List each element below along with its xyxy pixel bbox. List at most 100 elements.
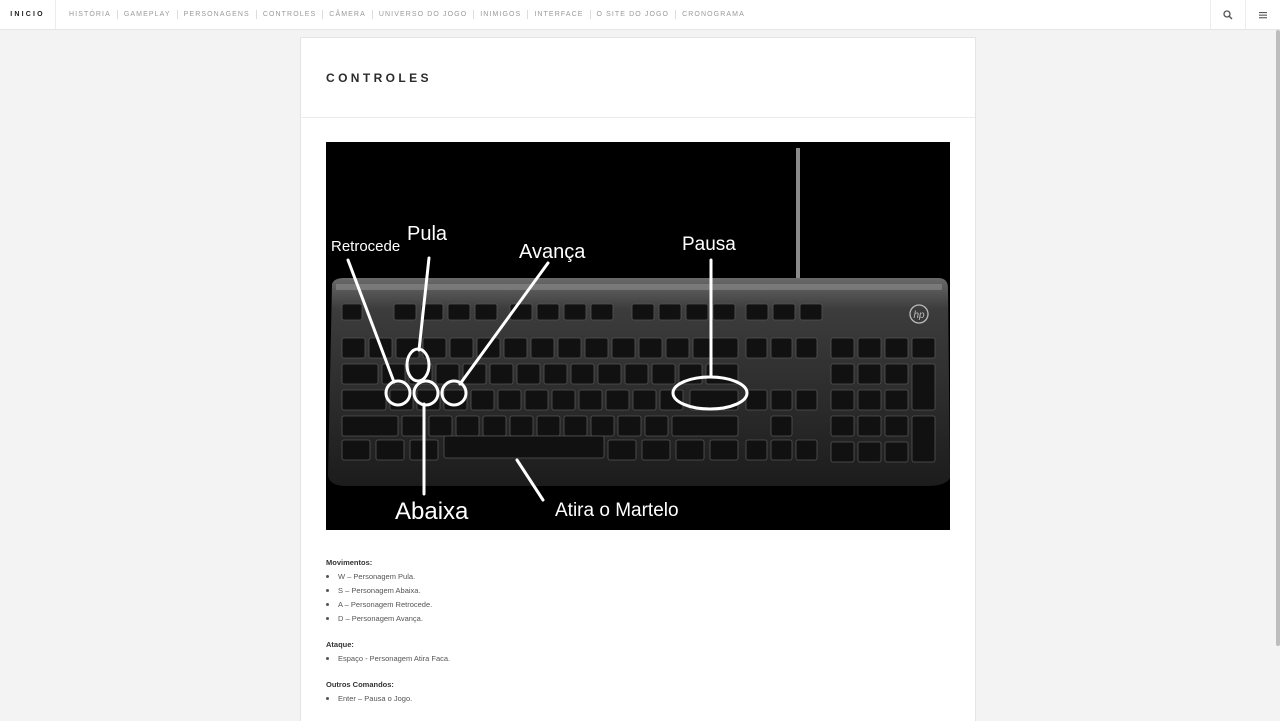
keyboard-key (447, 303, 471, 321)
keyboard-key (509, 415, 534, 437)
keyboard-key (709, 439, 739, 461)
keyboard-key (770, 439, 793, 461)
content-card: CONTROLES hp Retrocede Pula Avança Pausa… (300, 37, 976, 721)
keyboard-key (341, 415, 399, 437)
keyboard-key (530, 337, 555, 359)
keyboard-key (474, 303, 498, 321)
keyboard-key (857, 389, 882, 411)
page-scrollbar[interactable] (1276, 30, 1280, 646)
keyboard-key (590, 415, 615, 437)
nav-link-gameplay[interactable]: GAMEPLAY (118, 0, 177, 29)
nav-link-universo[interactable]: UNIVERSO DO JOGO (373, 0, 473, 29)
nav-link-camera[interactable]: CÂMERA (323, 0, 372, 29)
list-item: S – Personagem Abaixa. (326, 586, 946, 600)
section-list: Espaço - Personagem Atira Faca. (326, 654, 946, 668)
label-pausa: Pausa (682, 234, 736, 255)
keyboard-key (590, 303, 614, 321)
keyboard-key (551, 389, 576, 411)
keyboard-key (617, 415, 642, 437)
keyboard-key (341, 337, 366, 359)
keyboard-illustration: hp Retrocede Pula Avança Pausa Abaixa At… (328, 148, 950, 525)
label-pula: Pula (407, 223, 448, 245)
keyboard-key (375, 439, 405, 461)
keyboard-key (607, 439, 637, 461)
label-retrocede: Retrocede (331, 238, 400, 255)
keyboard-key (830, 441, 855, 463)
search-icon (1223, 9, 1233, 19)
keyboard-key (745, 337, 768, 359)
keyboard-key (524, 389, 549, 411)
keyboard-key (624, 363, 649, 385)
page-title: CONTROLES (326, 71, 432, 85)
nav-links: HISTÓRIA GAMEPLAY PERSONAGENS CONTROLES … (63, 0, 751, 29)
label-avanca: Avança (519, 241, 586, 263)
section-list: Enter – Pausa o Jogo. (326, 694, 946, 708)
keyboard-controls-image: hp Retrocede Pula Avança Pausa Abaixa At… (326, 142, 950, 530)
keyboard-key (857, 337, 882, 359)
nav-link-inimigos[interactable]: INIMIGOS (474, 0, 527, 29)
keyboard-key (341, 439, 371, 461)
keyboard-key (685, 303, 709, 321)
keyboard-key (443, 435, 605, 459)
keyboard-key (543, 363, 568, 385)
keyboard-key (393, 303, 417, 321)
section-title: Ataque: (326, 640, 354, 649)
menu-icon (1259, 11, 1267, 18)
nav-link-cronograma[interactable]: CRONOGRAMA (676, 0, 751, 29)
keyboard-key (341, 389, 387, 411)
keyboard-key (455, 415, 480, 437)
keyboard-key (857, 363, 882, 385)
search-button[interactable] (1210, 0, 1245, 29)
keyboard-key (638, 337, 663, 359)
keyboard-key (884, 363, 909, 385)
section-title: Movimentos: (326, 558, 373, 567)
keyboard-key (857, 415, 882, 437)
keyboard-key (651, 363, 676, 385)
keyboard-key (658, 303, 682, 321)
section-title: Outros Comandos: (326, 680, 394, 689)
keyboard-key (712, 303, 736, 321)
keyboard-key (597, 363, 622, 385)
keyboard-key (563, 303, 587, 321)
nav-link-interface[interactable]: INTERFACE (528, 0, 589, 29)
keyboard-key (536, 303, 560, 321)
keyboard-key (830, 337, 855, 359)
keyboard-key (770, 337, 793, 359)
keyboard-key (884, 337, 909, 359)
nav-link-historia[interactable]: HISTÓRIA (63, 0, 117, 29)
keyboard-key (770, 389, 793, 411)
brand-link[interactable]: INICIO (0, 0, 56, 29)
section-outros-comandos: Outros Comandos: Enter – Pausa o Jogo. (326, 680, 946, 708)
list-item: W – Personagem Pula. (326, 572, 946, 586)
keyboard-key (692, 337, 739, 359)
keyboard-key (631, 303, 655, 321)
section-list: W – Personagem Pula. S – Personagem Abai… (326, 572, 946, 628)
keyboard-key (632, 389, 657, 411)
keyboard-key (675, 439, 705, 461)
keyboard-key (911, 337, 936, 359)
keyboard-key (641, 439, 671, 461)
nav-link-personagens[interactable]: PERSONAGENS (178, 0, 256, 29)
keyboard-key (884, 415, 909, 437)
keyboard-key (830, 415, 855, 437)
keyboard-key (584, 337, 609, 359)
keyboard-key (799, 303, 823, 321)
keyboard-key (795, 337, 818, 359)
keyboard-key (795, 439, 818, 461)
keyboard-key (341, 363, 379, 385)
nav-link-site[interactable]: O SITE DO JOGO (591, 0, 676, 29)
menu-button[interactable] (1245, 0, 1280, 29)
keyboard-key (745, 439, 768, 461)
keyboard-key (536, 415, 561, 437)
keyboard-key (516, 363, 541, 385)
section-ataque: Ataque: Espaço - Personagem Atira Faca. (326, 640, 946, 668)
controls-sections: Movimentos: W – Personagem Pula. S – Per… (326, 558, 946, 720)
nav-link-controles[interactable]: CONTROLES (257, 0, 322, 29)
keyboard-key (557, 337, 582, 359)
keyboard-key (341, 303, 363, 321)
keyboard-cable (796, 148, 800, 282)
keyboard-key (578, 389, 603, 411)
keyboard-key (911, 363, 936, 411)
keyboard-key (489, 363, 514, 385)
keyboard-key (884, 441, 909, 463)
